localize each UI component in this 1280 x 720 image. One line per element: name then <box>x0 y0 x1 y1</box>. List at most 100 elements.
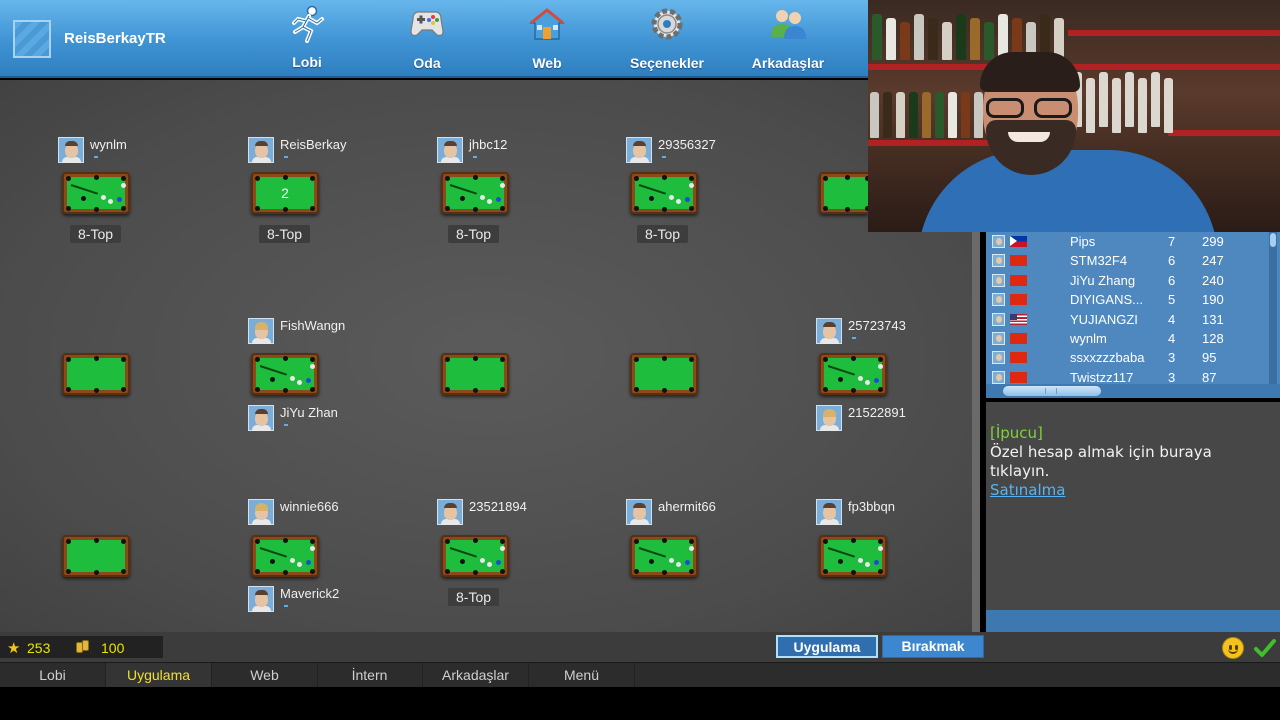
country-flag-icon <box>1010 313 1027 325</box>
leaderboard-points: 299 <box>1202 234 1224 249</box>
tab-menu[interactable]: Menü <box>529 663 635 687</box>
pool-table[interactable] <box>630 353 698 395</box>
player-avatar <box>248 405 274 431</box>
nav-web[interactable]: Web <box>497 0 597 78</box>
leaderboard-points: 87 <box>1202 369 1217 385</box>
leaderboard-level: 7 <box>1168 234 1176 249</box>
leaderboard-name: Pips <box>1070 234 1096 249</box>
pool-table[interactable]: 2 <box>251 172 319 214</box>
purchase-link[interactable]: Satınalma <box>990 481 1274 500</box>
leaderboard-hscroll-thumb[interactable] <box>1003 386 1101 396</box>
leaderboard-vscroll-thumb[interactable] <box>1270 233 1276 247</box>
leaderboard-row[interactable]: YUJIANGZI 4 131 <box>986 310 1270 329</box>
leaderboard-row[interactable]: JiYu Zhang 6 240 <box>986 271 1270 290</box>
username-label: ReisBerkayTR <box>64 30 166 47</box>
player-name: FishWangn <box>280 318 346 333</box>
player-avatar <box>816 318 842 344</box>
country-flag-icon <box>1010 274 1027 286</box>
pool-table[interactable] <box>62 535 130 577</box>
house-icon <box>529 8 565 40</box>
pool-table[interactable] <box>251 535 319 577</box>
star-count: 253 <box>27 640 51 656</box>
player-name: 29356327 <box>658 137 716 152</box>
nav-lobi[interactable]: Lobi <box>257 0 357 78</box>
nav-oda[interactable]: Oda <box>377 0 477 78</box>
leaderboard-level: 4 <box>1168 311 1176 327</box>
player-avatar <box>992 332 1005 345</box>
tab-arkadaslar[interactable]: Arkadaşlar <box>423 663 529 687</box>
tip-tag: [İpucu] <box>990 424 1043 442</box>
table-game-type: 8-Top <box>448 225 500 243</box>
checkmark-icon[interactable] <box>1254 638 1276 658</box>
action-bar <box>0 632 1280 662</box>
tab-intern[interactable]: İntern <box>317 663 423 687</box>
player-avatar <box>992 293 1005 307</box>
leaderboard-points: 190 <box>1202 292 1224 308</box>
emoji-icon[interactable] <box>1222 637 1244 659</box>
country-flag-icon <box>1010 255 1027 267</box>
pool-table[interactable] <box>62 172 130 214</box>
coin-stack-icon <box>76 640 92 653</box>
nav-web-label: Web <box>532 55 562 71</box>
pool-table[interactable] <box>630 535 698 577</box>
player-name: wynlm <box>90 137 127 152</box>
nav-arkadaslar[interactable]: Arkadaşlar <box>738 0 838 78</box>
chat-input[interactable] <box>986 610 1280 633</box>
country-flag-icon <box>1010 333 1027 344</box>
leave-button[interactable]: Bırakmak <box>882 635 984 658</box>
table-game-type: 8-Top <box>70 225 122 243</box>
player-name: jhbc12 <box>469 137 508 152</box>
star-icon: ★ <box>7 640 21 657</box>
apply-button[interactable]: Uygulama <box>776 635 878 658</box>
app-window: ReisBerkayTR Lobi Oda Web Seçenekler Ark… <box>0 0 1280 720</box>
player-avatar <box>248 137 274 163</box>
pool-table[interactable] <box>62 353 130 395</box>
player-name: winnie666 <box>280 499 339 514</box>
table-game-type: 8-Top <box>637 225 689 243</box>
leaderboard-name: JiYu Zhang <box>1070 272 1136 288</box>
pool-table[interactable] <box>441 353 509 395</box>
tab-uygulama[interactable]: Uygulama <box>106 663 212 687</box>
tab-lobi[interactable]: Lobi <box>0 663 106 687</box>
pool-table[interactable] <box>819 535 887 577</box>
player-avatar <box>992 351 1005 365</box>
table-number: 2 <box>281 185 289 201</box>
nav-lobi-label: Lobi <box>292 54 322 70</box>
leaderboard-name: ssxxzzzbaba <box>1070 350 1145 366</box>
streamer-body <box>918 150 1218 232</box>
player-name: JiYu Zhan <box>280 405 338 420</box>
country-flag-icon <box>1010 371 1027 383</box>
player-avatar <box>248 318 274 344</box>
tab-web[interactable]: Web <box>212 663 318 687</box>
pool-table[interactable] <box>441 172 509 214</box>
leaderboard-row[interactable]: DIYIGANS... 5 190 <box>986 290 1270 309</box>
leaderboard-name: YUJIANGZI <box>1070 311 1138 327</box>
leaderboard-vscrollbar[interactable] <box>1269 232 1277 384</box>
player-avatar <box>992 370 1005 384</box>
pool-table[interactable] <box>251 353 319 395</box>
pool-table[interactable] <box>441 535 509 577</box>
leaderboard-list[interactable]: Pips 7 299 STM32F4 6 247 JiYu Zhang 6 240 DIYIGAN… <box>986 232 1280 385</box>
leaderboard-row[interactable]: STM32F4 6 247 <box>986 251 1270 270</box>
friends-icon <box>771 10 806 39</box>
nav-oda-label: Oda <box>413 55 441 71</box>
country-flag-icon <box>1010 294 1027 306</box>
player-avatar <box>58 137 84 163</box>
leaderboard-name: STM32F4 <box>1070 253 1128 269</box>
user-avatar[interactable] <box>13 20 51 58</box>
leaderboard-row[interactable]: wynlm 4 128 <box>986 329 1270 348</box>
leaderboard-points: 95 <box>1202 350 1217 366</box>
player-avatar <box>992 235 1005 248</box>
leaderboard-row[interactable]: ssxxzzzbaba 3 95 <box>986 348 1270 367</box>
pool-table[interactable] <box>630 172 698 214</box>
leaderboard-row[interactable]: Pips 7 299 <box>986 232 1270 251</box>
leaderboard-level: 6 <box>1168 272 1176 288</box>
webcam-overlay <box>868 0 1280 232</box>
pool-table[interactable] <box>819 172 870 214</box>
nav-secenekler[interactable]: Seçenekler <box>617 0 717 78</box>
table-game-type: 8-Top <box>259 225 311 243</box>
pool-table[interactable] <box>819 353 887 395</box>
country-flag-icon <box>1010 352 1027 364</box>
glasses <box>986 98 1076 120</box>
coin-count: 100 <box>101 640 125 656</box>
